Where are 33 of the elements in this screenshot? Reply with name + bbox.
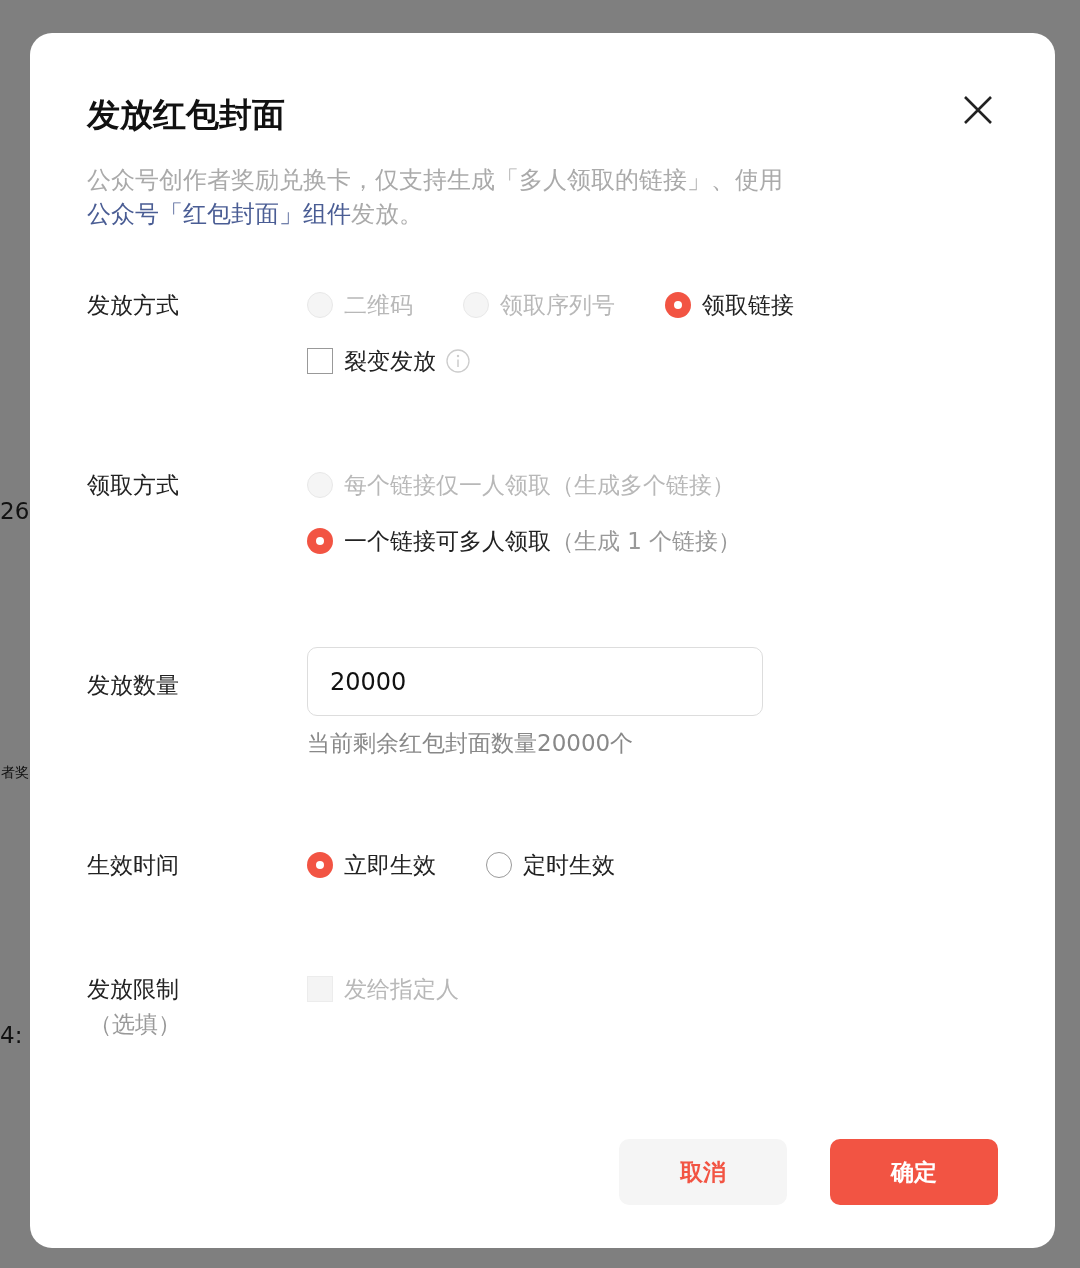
option-label: 裂变发放 bbox=[344, 347, 436, 376]
dialog-title: 发放红包封面 bbox=[87, 93, 285, 136]
quantity-input[interactable]: 20000 bbox=[307, 647, 763, 716]
option-note: （生成多个链接） bbox=[551, 471, 735, 500]
field-label: 生效时间 bbox=[87, 851, 179, 880]
background-text: 者奖 bbox=[1, 764, 29, 782]
checkbox[interactable] bbox=[307, 348, 333, 374]
option-label: 领取序列号 bbox=[500, 291, 615, 320]
option-note: （生成 1 个链接） bbox=[551, 527, 742, 556]
radio-button[interactable] bbox=[307, 852, 333, 878]
confirm-button[interactable]: 确定 bbox=[830, 1139, 998, 1205]
radio-button[interactable] bbox=[307, 528, 333, 554]
optional-note: （选填） bbox=[89, 1010, 181, 1039]
field-label: 发放方式 bbox=[87, 291, 179, 320]
option-label: 二维码 bbox=[344, 291, 413, 320]
description-text: 公众号创作者奖励兑换卡，仅支持生成「多人领取的链接」、使用 公众号「红包封面」组件发放。 bbox=[87, 165, 784, 230]
radio-button[interactable] bbox=[486, 852, 512, 878]
background-text: 26 bbox=[0, 498, 30, 524]
field-label: 发放限制 bbox=[87, 975, 179, 1004]
option-label: 发给指定人 bbox=[344, 975, 459, 1004]
option-label: 一个链接可多人领取 bbox=[344, 527, 551, 556]
option-label: 领取链接 bbox=[702, 291, 794, 320]
field-label: 领取方式 bbox=[87, 471, 179, 500]
option-label: 立即生效 bbox=[344, 851, 436, 880]
radio-button[interactable] bbox=[665, 292, 691, 318]
component-link[interactable]: 公众号「红包封面」组件 bbox=[87, 200, 351, 228]
background-text: 4: bbox=[0, 1022, 23, 1048]
option-label: 定时生效 bbox=[523, 851, 615, 880]
info-icon[interactable] bbox=[446, 349, 470, 373]
option-label: 每个链接仅一人领取 bbox=[344, 471, 551, 500]
field-label: 发放数量 bbox=[87, 671, 179, 700]
remaining-hint: 当前剩余红包封面数量20000个 bbox=[307, 729, 635, 758]
close-icon[interactable] bbox=[963, 95, 993, 125]
